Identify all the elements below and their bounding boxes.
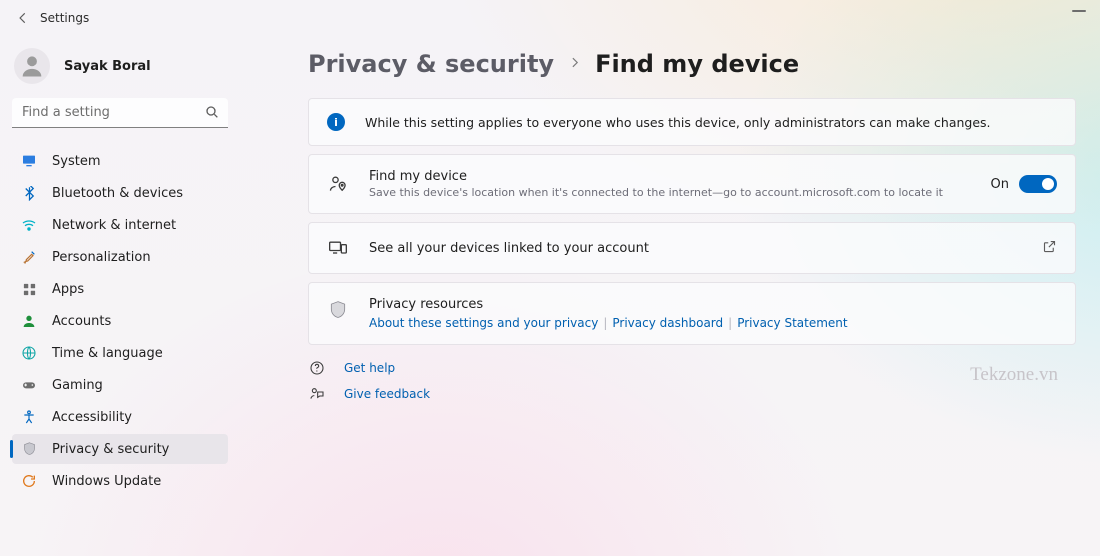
feedback-icon [308, 385, 326, 403]
help-icon [308, 359, 326, 377]
sidebar-item-label: Accounts [52, 314, 111, 329]
breadcrumb: Privacy & security Find my device [308, 50, 1076, 78]
chevron-right-icon [568, 56, 581, 73]
page-actions: Get help Give feedback [308, 359, 1076, 403]
accessibility-icon [20, 408, 38, 426]
user-name: Sayak Boral [64, 59, 151, 74]
info-banner: i While this setting applies to everyone… [308, 98, 1076, 146]
account-icon [20, 312, 38, 330]
update-icon [20, 472, 38, 490]
wifi-icon [20, 216, 38, 234]
apps-icon [20, 280, 38, 298]
sidebar-item-label: System [52, 154, 100, 169]
breadcrumb-current: Find my device [595, 50, 799, 78]
sidebar-item-label: Bluetooth & devices [52, 186, 183, 201]
toggle-state-label: On [991, 177, 1009, 192]
give-feedback-label: Give feedback [344, 387, 430, 401]
sidebar-item-gaming[interactable]: Gaming [12, 370, 228, 400]
sidebar-item-label: Personalization [52, 250, 151, 265]
resources-title: Privacy resources [369, 297, 1057, 312]
resources-links: About these settings and your privacy|Pr… [369, 316, 1057, 330]
watermark: Tekzone.vn [970, 364, 1058, 386]
window-title: Settings [40, 11, 89, 25]
sidebar-item-label: Gaming [52, 378, 103, 393]
sidebar-item-wifi[interactable]: Network & internet [12, 210, 228, 240]
sidebar-item-bluetooth[interactable]: Bluetooth & devices [12, 178, 228, 208]
get-help-label: Get help [344, 361, 395, 375]
bluetooth-icon [20, 184, 38, 202]
privacy-resources-card: Privacy resources About these settings a… [308, 282, 1076, 345]
breadcrumb-parent[interactable]: Privacy & security [308, 50, 554, 78]
system-icon [20, 152, 38, 170]
sidebar: Sayak Boral System Bluetooth & devices Net… [0, 36, 240, 556]
search-wrap [12, 98, 228, 128]
sidebar-item-globe[interactable]: Time & language [12, 338, 228, 368]
brush-icon [20, 248, 38, 266]
find-my-device-card: Find my device Save this device's locati… [308, 154, 1076, 214]
sidebar-item-label: Time & language [52, 346, 163, 361]
sidebar-item-label: Network & internet [52, 218, 176, 233]
info-icon: i [327, 113, 345, 131]
person-location-icon [327, 173, 349, 195]
info-text: While this setting applies to everyone w… [365, 115, 1057, 130]
link-statement[interactable]: Privacy Statement [737, 316, 847, 330]
user-row[interactable]: Sayak Boral [12, 42, 228, 98]
sidebar-item-shield[interactable]: Privacy & security [12, 434, 228, 464]
sidebar-item-update[interactable]: Windows Update [12, 466, 228, 496]
link-about[interactable]: About these settings and your privacy [369, 316, 598, 330]
back-icon[interactable] [14, 9, 32, 27]
link-dashboard[interactable]: Privacy dashboard [612, 316, 723, 330]
sidebar-item-system[interactable]: System [12, 146, 228, 176]
fmd-toggle[interactable] [1019, 175, 1057, 193]
main: Privacy & security Find my device i Whil… [240, 36, 1100, 556]
globe-icon [20, 344, 38, 362]
get-help[interactable]: Get help [308, 359, 1076, 377]
search-input[interactable] [12, 98, 228, 128]
avatar [14, 48, 50, 84]
fmd-desc: Save this device's location when it's co… [369, 186, 971, 199]
sidebar-item-label: Privacy & security [52, 442, 169, 457]
sidebar-item-brush[interactable]: Personalization [12, 242, 228, 272]
minimize-icon[interactable] [1072, 10, 1086, 12]
see-all-devices-card[interactable]: See all your devices linked to your acco… [308, 222, 1076, 274]
see-all-text: See all your devices linked to your acco… [369, 241, 1022, 256]
give-feedback[interactable]: Give feedback [308, 385, 1076, 403]
search-icon[interactable] [204, 104, 220, 120]
gaming-icon [20, 376, 38, 394]
shield-icon [20, 440, 38, 458]
titlebar: Settings [0, 0, 1100, 36]
sidebar-item-label: Windows Update [52, 474, 161, 489]
open-external-icon [1042, 239, 1057, 258]
shield-icon [327, 299, 349, 321]
fmd-title: Find my device [369, 169, 971, 184]
sidebar-item-label: Apps [52, 282, 84, 297]
devices-icon [327, 237, 349, 259]
sidebar-nav: System Bluetooth & devices Network & inter… [12, 146, 228, 496]
sidebar-item-account[interactable]: Accounts [12, 306, 228, 336]
sidebar-item-apps[interactable]: Apps [12, 274, 228, 304]
sidebar-item-accessibility[interactable]: Accessibility [12, 402, 228, 432]
sidebar-item-label: Accessibility [52, 410, 132, 425]
